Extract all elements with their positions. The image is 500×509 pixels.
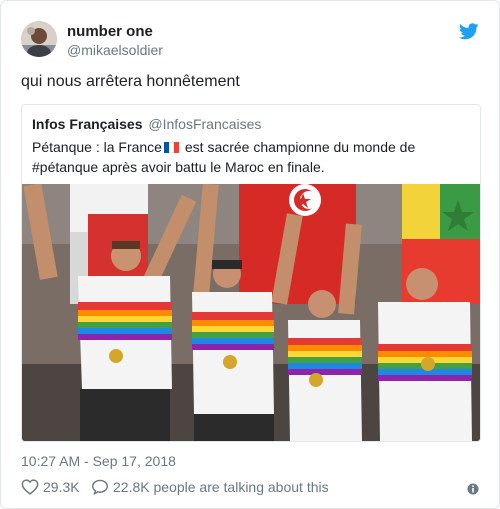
quoted-tweet[interactable]: Infos Françaises @InfosFrancaises Pétanq… [21,104,481,442]
quoted-text: Pétanque : la France est sacrée champion… [32,137,470,177]
reply-action[interactable]: 22.8K people are talking about this [91,479,329,495]
twitter-bird-icon[interactable] [459,23,479,40]
talking-text: 22.8K people are talking about this [113,479,329,495]
info-icon[interactable] [467,483,479,495]
tweet-header: number one @mikaelsoldier [21,21,479,61]
france-flag-emoji-icon [163,138,179,153]
author-handle[interactable]: @mikaelsoldier [67,42,163,58]
quoted-author-name[interactable]: Infos Françaises [32,116,143,132]
quoted-photo[interactable] [22,184,480,441]
tweet-timestamp[interactable]: 10:27 AM - Sep 17, 2018 [21,453,176,469]
tweet-card: number one @mikaelsoldier qui nous arrêt… [0,0,500,509]
like-count: 29.3K [43,479,80,495]
tweet-text: qui nous arrêtera honnêtement [21,73,240,90]
like-action[interactable]: 29.3K [21,479,80,495]
author-name[interactable]: number one [67,23,153,40]
quoted-author-handle[interactable]: @InfosFrancaises [148,116,261,132]
heart-icon [21,479,39,495]
author-avatar[interactable] [21,21,57,57]
quoted-text-part1: Pétanque : la France [32,139,162,155]
tweet-actions: 29.3K 22.8K people are talking about thi… [21,479,479,499]
speech-bubble-icon [91,479,109,495]
quoted-header: Infos Françaises @InfosFrancaises [32,116,261,132]
